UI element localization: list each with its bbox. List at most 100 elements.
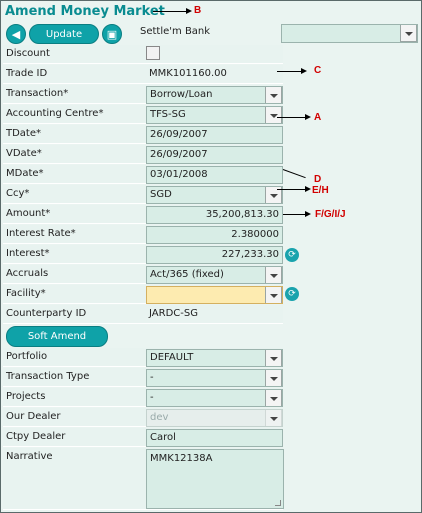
settle-bank-select[interactable]	[281, 24, 418, 43]
arrow-left-icon: ◀	[11, 27, 21, 41]
counterparty-id-value: JARDC-SG	[149, 308, 198, 319]
counterparty-id-label: Counterparty ID	[6, 308, 87, 319]
row-interest: Interest* 227,233.30	[3, 245, 283, 264]
transaction-type-select[interactable]: -	[146, 369, 283, 387]
row-transaction-type: Transaction Type -	[3, 368, 283, 387]
narrative-value: MMK12138A	[150, 453, 213, 464]
vdate-label: VDate*	[6, 148, 42, 159]
row-accounting-centre: Accounting Centre* TFS-SG	[3, 105, 283, 124]
row-mdate: MDate* 03/01/2008	[3, 165, 283, 184]
accruals-value: Act/365 (fixed)	[150, 269, 224, 280]
refresh-interest-icon[interactable]: ⟳	[285, 248, 299, 262]
our-dealer-select: dev	[146, 409, 283, 427]
annotation-c: C	[314, 65, 322, 76]
amount-input[interactable]: 35,200,813.30	[146, 206, 283, 224]
trade-id-label: Trade ID	[6, 68, 48, 79]
our-dealer-value: dev	[150, 412, 169, 423]
interest-rate-label: Interest Rate*	[6, 228, 76, 239]
row-accruals: Accruals Act/365 (fixed)	[3, 265, 283, 284]
row-portfolio: Portfolio DEFAULT	[3, 348, 283, 367]
row-amount: Amount* 35,200,813.30	[3, 205, 283, 224]
annotation-arrow-a	[277, 117, 307, 118]
chevron-down-icon[interactable]	[265, 350, 282, 366]
ccy-label: Ccy*	[6, 188, 30, 199]
row-discount: Discount	[3, 45, 283, 64]
annotation-a: A	[314, 112, 322, 123]
annotation-b: B	[194, 5, 202, 16]
transaction-type-value: -	[150, 372, 154, 383]
projects-label: Projects	[6, 391, 46, 402]
accruals-select[interactable]: Act/365 (fixed)	[146, 266, 283, 284]
annotation-d: D	[314, 174, 322, 185]
trade-id-value: MMK101160.00	[149, 68, 227, 79]
accounting-centre-value: TFS-SG	[150, 109, 186, 120]
row-ctpy-dealer: Ctpy Dealer Carol	[3, 428, 283, 447]
chevron-down-icon[interactable]	[265, 390, 282, 406]
portfolio-value: DEFAULT	[150, 352, 194, 363]
projects-select[interactable]: -	[146, 389, 283, 407]
row-vdate: VDate* 26/09/2007	[3, 145, 283, 164]
portfolio-select[interactable]: DEFAULT	[146, 349, 283, 367]
accruals-label: Accruals	[6, 268, 49, 279]
interest-label: Interest*	[6, 248, 50, 259]
back-button[interactable]: ◀	[6, 24, 26, 44]
narrative-label: Narrative	[6, 451, 53, 462]
ctpy-dealer-input[interactable]: Carol	[146, 429, 283, 447]
row-interest-rate: Interest Rate* 2.380000	[3, 225, 283, 244]
row-facility: Facility*	[3, 285, 283, 304]
narrative-textarea[interactable]: MMK12138A	[146, 449, 284, 509]
transaction-select[interactable]: Borrow/Loan	[146, 86, 283, 104]
facility-label: Facility*	[6, 288, 46, 299]
annotation-arrow-d	[282, 169, 306, 179]
row-narrative: Narrative MMK12138A	[3, 448, 284, 510]
mdate-label: MDate*	[6, 168, 44, 179]
facility-select[interactable]	[146, 286, 283, 304]
ccy-select[interactable]: SGD	[146, 186, 283, 204]
soft-amend-label: Soft Amend	[27, 331, 87, 342]
settle-bank-label: Settle'm Bank	[140, 26, 211, 37]
chevron-down-icon[interactable]	[265, 107, 282, 123]
resize-grip-icon[interactable]	[275, 500, 281, 506]
refresh-facility-icon[interactable]: ⟳	[285, 287, 299, 301]
annotation-arrow-b	[153, 11, 187, 12]
annotation-arrow-c	[277, 71, 303, 72]
tdate-label: TDate*	[6, 128, 42, 139]
ctpy-dealer-label: Ctpy Dealer	[6, 431, 66, 442]
vdate-input[interactable]: 26/09/2007	[146, 146, 283, 164]
row-ccy: Ccy* SGD	[3, 185, 283, 204]
discount-checkbox[interactable]	[146, 46, 160, 60]
chevron-down-icon[interactable]	[265, 370, 282, 386]
annotation-arrowhead-eh	[305, 186, 311, 192]
interest-input[interactable]: 227,233.30	[146, 246, 283, 264]
interest-rate-input[interactable]: 2.380000	[146, 226, 283, 244]
mdate-input[interactable]: 03/01/2008	[146, 166, 283, 184]
transaction-type-label: Transaction Type	[6, 371, 90, 382]
annotation-fgij: F/G/I/J	[315, 209, 346, 220]
annotation-arrow-fgij	[283, 214, 307, 215]
row-our-dealer: Our Dealer dev	[3, 408, 283, 427]
document-icon: ▣	[106, 27, 118, 41]
annotation-eh: E/H	[312, 185, 329, 196]
amend-money-market-window: Amend Money Market B ◀ Update ▣ Settle'm…	[0, 0, 422, 513]
row-tdate: TDate* 26/09/2007	[3, 125, 283, 144]
chevron-down-icon[interactable]	[400, 25, 417, 42]
ccy-value: SGD	[150, 189, 172, 200]
window-title: Amend Money Market	[5, 4, 165, 19]
tdate-input[interactable]: 26/09/2007	[146, 126, 283, 144]
row-counterparty-id: Counterparty ID JARDC-SG	[3, 305, 283, 324]
annotation-arrow-eh	[277, 189, 307, 190]
update-button[interactable]: Update	[29, 24, 99, 44]
annotation-arrowhead-b	[186, 8, 192, 14]
document-button[interactable]: ▣	[102, 24, 122, 44]
update-button-label: Update	[45, 28, 83, 40]
chevron-down-icon[interactable]	[265, 287, 282, 303]
transaction-label: Transaction*	[6, 88, 69, 99]
annotation-arrowhead-c	[301, 68, 307, 74]
discount-label: Discount	[6, 48, 50, 59]
accounting-centre-select[interactable]: TFS-SG	[146, 106, 283, 124]
chevron-down-icon[interactable]	[265, 87, 282, 103]
soft-amend-button[interactable]: Soft Amend	[6, 326, 108, 347]
row-transaction: Transaction* Borrow/Loan	[3, 85, 283, 104]
chevron-down-icon[interactable]	[265, 267, 282, 283]
projects-value: -	[150, 392, 154, 403]
